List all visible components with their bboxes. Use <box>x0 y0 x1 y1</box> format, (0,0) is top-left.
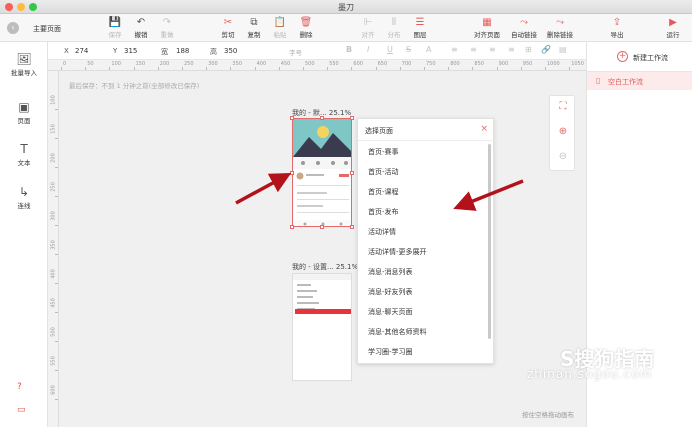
arrow-to-dropdown <box>453 179 524 211</box>
annotation-arrows <box>235 172 524 211</box>
arrow-to-page <box>235 172 292 205</box>
